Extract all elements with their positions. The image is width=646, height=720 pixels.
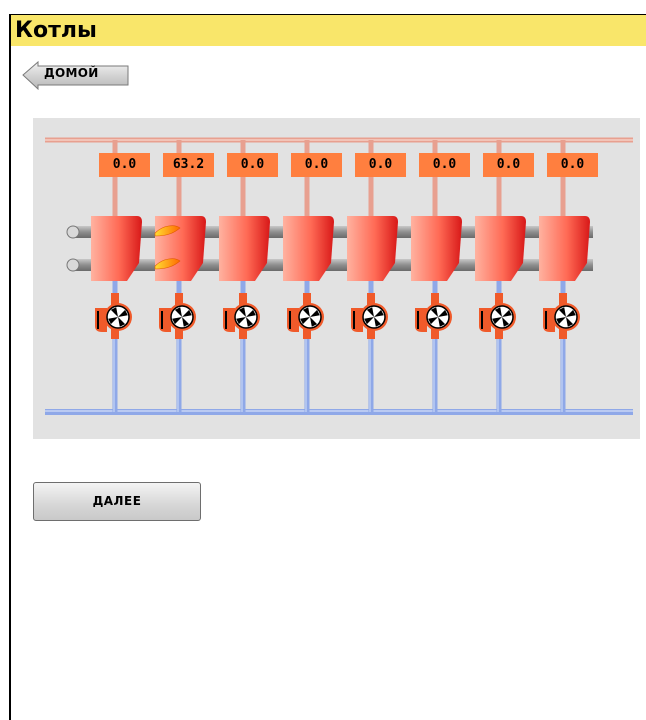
boiler-readout: 0.0 <box>547 153 598 177</box>
boiler-readout: 0.0 <box>227 153 278 177</box>
boiler-readout: 63.2 <box>163 153 214 177</box>
boiler-unit <box>91 216 142 281</box>
boiler-readout: 0.0 <box>419 153 470 177</box>
boiler-readout: 0.0 <box>291 153 342 177</box>
boiler-readout: 0.0 <box>483 153 534 177</box>
boiler-readout: 0.0 <box>99 153 150 177</box>
boiler-unit <box>219 216 270 281</box>
pipe-end-cap-upper <box>66 225 80 239</box>
boiler-schematic: 0.0 63.2 0.0 0.0 0.0 0.0 0.0 0.0 <box>33 118 640 439</box>
next-button[interactable]: ДАЛЕЕ <box>33 482 201 521</box>
boiler-unit <box>411 216 462 281</box>
boiler-unit <box>155 216 206 281</box>
pipe-end-cap-lower <box>66 258 80 272</box>
page-header: Котлы <box>11 15 646 46</box>
boiler-unit <box>283 216 334 281</box>
home-button-label: ДОМОЙ <box>44 66 99 80</box>
page-title: Котлы <box>15 18 97 43</box>
boiler-unit <box>539 216 590 281</box>
boiler-readout: 0.0 <box>355 153 406 177</box>
boiler-unit <box>347 216 398 281</box>
next-button-label: ДАЛЕЕ <box>92 494 142 508</box>
boiler-unit <box>475 216 526 281</box>
home-button[interactable]: ДОМОЙ <box>22 60 130 90</box>
